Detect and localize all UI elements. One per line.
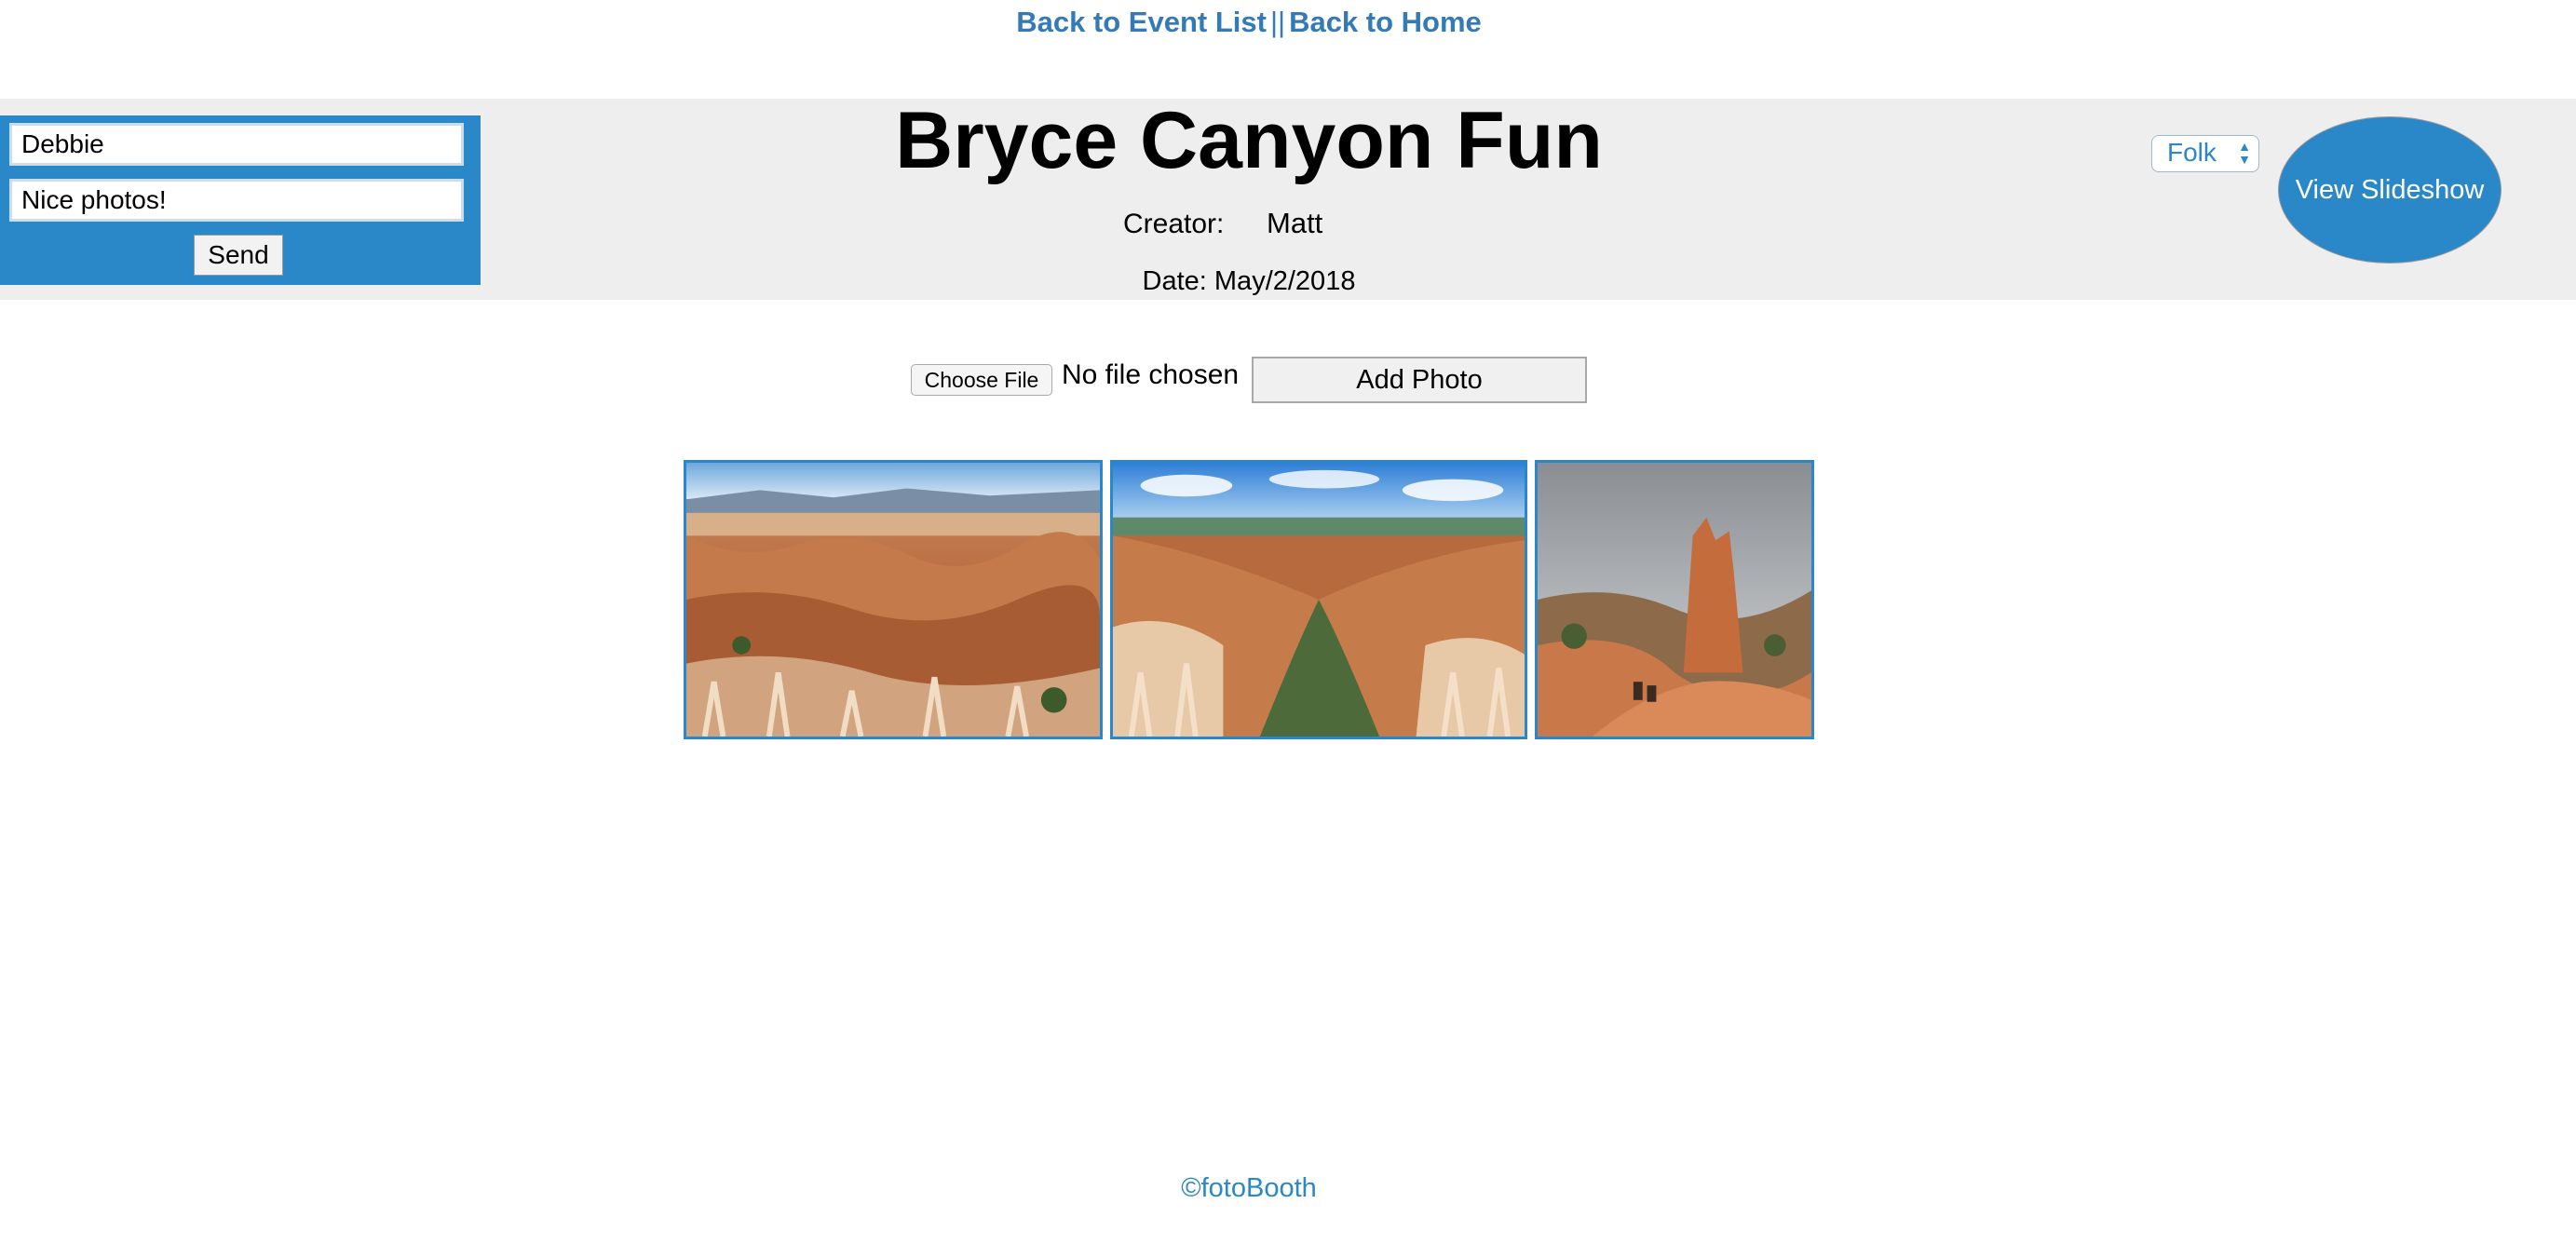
back-to-home-link[interactable]: Back to Home <box>1289 6 1482 38</box>
footer-copyright: ©fotoBooth <box>1181 1173 1317 1203</box>
gallery-photo[interactable] <box>684 460 1103 739</box>
creator-label: Creator: <box>1123 209 1225 239</box>
back-to-event-list-link[interactable]: Back to Event List <box>1016 6 1267 38</box>
event-date: Date: May/2/2018 <box>1142 266 1356 296</box>
choose-file-button[interactable]: Choose File <box>911 364 1052 396</box>
gallery-photo[interactable] <box>1110 460 1527 739</box>
event-title: Bryce Canyon Fun <box>895 96 1603 185</box>
gallery-photo[interactable] <box>1535 460 1814 739</box>
canyon-photo <box>686 463 1100 737</box>
canyon-photo <box>1538 463 1811 737</box>
add-photo-button[interactable]: Add Photo <box>1252 357 1587 403</box>
select-arrows-icon: ▲ ▼ <box>2238 139 2251 167</box>
page: Back to Event List||Back to Home Send Br… <box>0 0 2576 1244</box>
view-slideshow-button[interactable]: View Slideshow <box>2278 116 2501 264</box>
file-status: No file chosen <box>1062 359 1240 390</box>
creator-row: Creator: Matt <box>1123 207 1322 240</box>
creator-name: Matt <box>1267 207 1323 239</box>
canyon-photo <box>1113 463 1525 737</box>
top-nav: Back to Event List || Back to Home <box>0 6 2498 39</box>
nav-separator: || <box>1269 6 1286 38</box>
music-genre-select[interactable]: Folk ▲ ▼ <box>2151 135 2259 172</box>
music-genre-selected: Folk <box>2167 138 2217 167</box>
